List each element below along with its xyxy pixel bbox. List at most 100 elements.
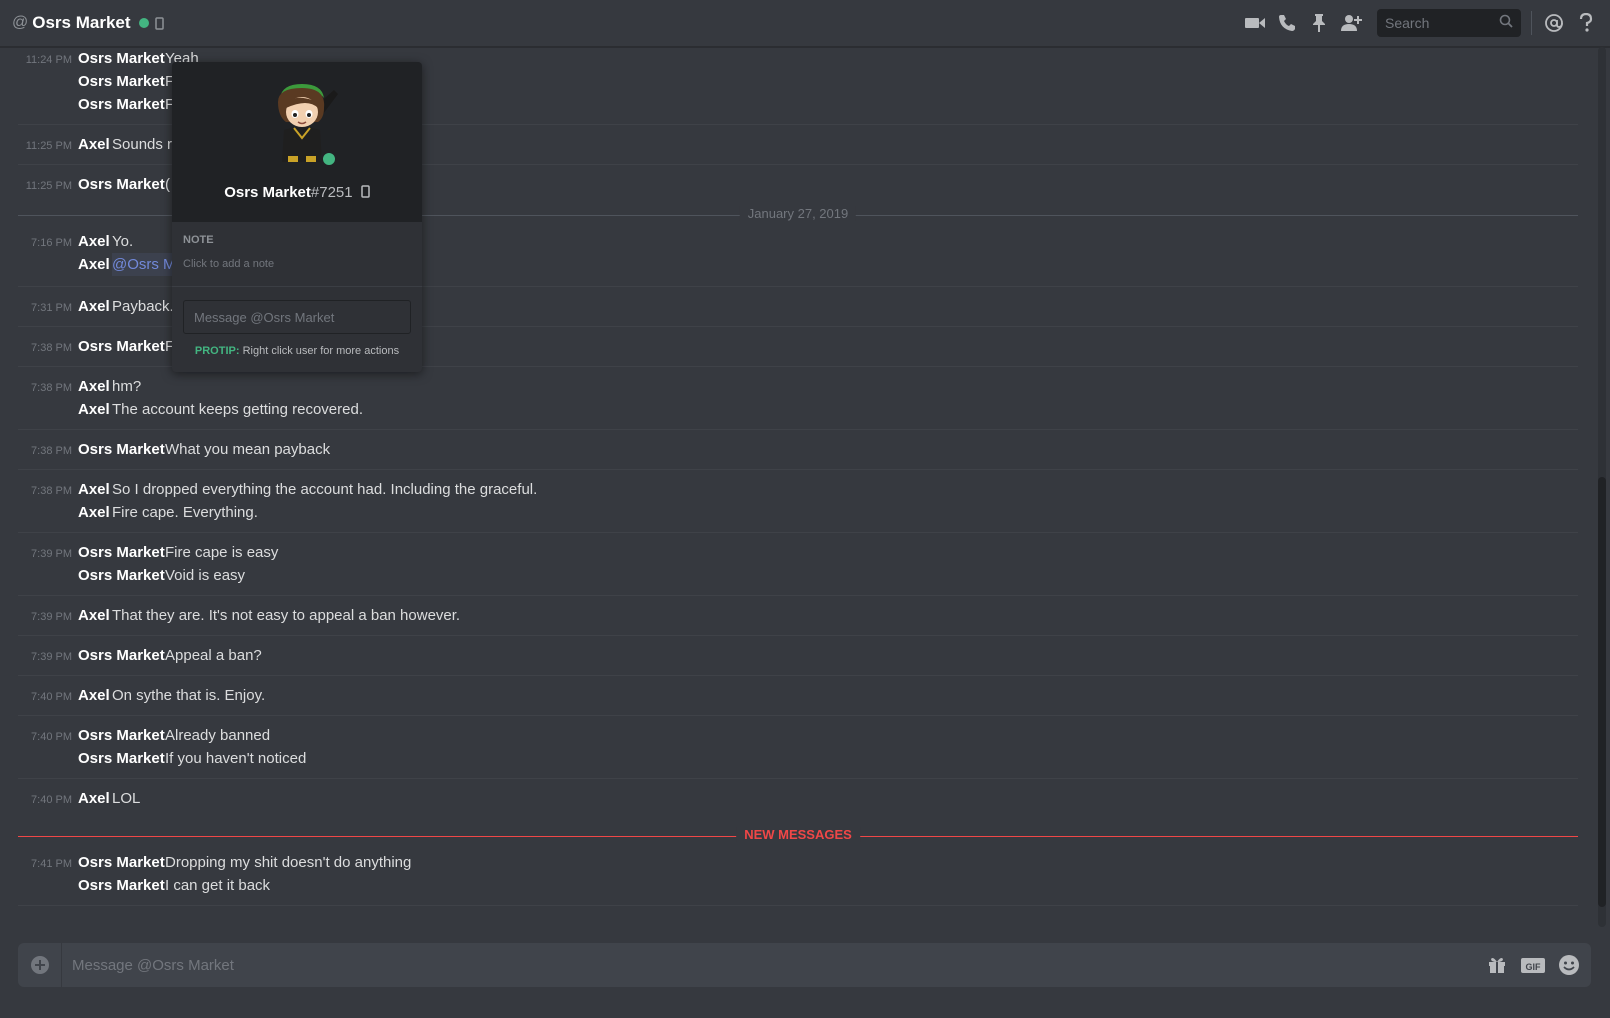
message-text: So I dropped everything the account had.… [112, 481, 538, 498]
svg-text:GIF: GIF [1526, 962, 1542, 972]
message-author[interactable]: Osrs Market [78, 335, 165, 358]
message-author[interactable]: Axel [78, 253, 110, 276]
protip-label: PROTIP: [194, 345, 240, 357]
message-timestamp: 11:25 PM [25, 180, 72, 192]
message-line[interactable]: Osrs Market I can get it back [18, 874, 1578, 897]
message-timestamp: 7:38 PM [31, 485, 72, 497]
message-input[interactable] [62, 956, 1479, 974]
popout-online-status [320, 150, 338, 168]
message-author[interactable]: Osrs Market [78, 747, 165, 770]
popout-username[interactable]: Osrs Market#7251 [172, 184, 422, 202]
message-author[interactable]: Axel [78, 133, 110, 156]
message-line[interactable]: 7:39 PM Axel That they are. It's not easy … [18, 604, 1578, 627]
popout-divider [172, 286, 422, 287]
message-line[interactable]: 7:39 PM Osrs Market Fire cape is easy [18, 541, 1578, 564]
message-group: 7:39 PM Osrs Market Fire cape is easy Osrs … [18, 533, 1578, 596]
message-author[interactable]: Osrs Market [78, 173, 165, 196]
message-composer: GIF [18, 943, 1591, 987]
message-line[interactable]: Axel The account keeps getting recovered. [18, 398, 1578, 421]
message-timestamp: 7:38 PM [31, 342, 72, 354]
message-timestamp: 7:38 PM [31, 445, 72, 457]
message-line[interactable]: 7:38 PM Axel So I dropped everything the a… [18, 478, 1578, 501]
user-mention[interactable]: @Osrs M [112, 253, 176, 276]
note-label: NOTE [183, 234, 214, 246]
channel-header: @ Osrs Market [0, 0, 1610, 47]
message-text: On sythe that is. Enjoy. [112, 687, 266, 704]
message-author[interactable]: Osrs Market [78, 724, 165, 747]
message-timestamp: 7:40 PM [31, 691, 72, 703]
message-author[interactable]: Osrs Market [78, 874, 165, 897]
mobile-icon [361, 184, 370, 202]
message-line[interactable]: Axel Fire cape. Everything. [18, 501, 1578, 524]
message-text: Yo. [112, 233, 134, 250]
message-timestamp: 7:40 PM [31, 794, 72, 806]
message-author[interactable]: Osrs Market [78, 644, 165, 667]
message-author[interactable]: Osrs Market [78, 564, 165, 587]
popout-discriminator: #7251 [310, 184, 353, 201]
message-author[interactable]: Axel [78, 787, 110, 810]
message-author[interactable]: Axel [78, 684, 110, 707]
video-icon[interactable] [1239, 7, 1271, 39]
search-input[interactable] [1385, 15, 1490, 31]
message-author[interactable]: Axel [78, 501, 110, 524]
message-timestamp: 7:39 PM [31, 611, 72, 623]
message-author[interactable]: Osrs Market [78, 70, 165, 93]
message-line[interactable]: 7:40 PM Axel LOL [18, 787, 1578, 810]
mention-icon[interactable] [1538, 7, 1570, 39]
channel-title[interactable]: Osrs Market [32, 13, 130, 33]
message-line[interactable]: 7:41 PM Osrs Market Dropping my shit doesn… [18, 851, 1578, 874]
message-text: Dropping my shit doesn't do anything [165, 854, 412, 871]
protip: PROTIP: Right click user for more action… [172, 345, 422, 357]
emoji-icon[interactable] [1551, 943, 1587, 987]
message-author[interactable]: Osrs Market [78, 438, 165, 461]
message-group: 7:40 PM Axel LOL [18, 779, 1578, 818]
message-author[interactable]: Osrs Market [78, 47, 165, 70]
message-text: I can get it back [165, 877, 271, 894]
message-author[interactable]: Axel [78, 375, 110, 398]
message-text: That they are. It's not easy to appeal a… [112, 607, 461, 624]
message-timestamp: 7:40 PM [31, 731, 72, 743]
message-text: Fire cape is easy [165, 544, 279, 561]
popout-header: Osrs Market#7251 [172, 62, 422, 222]
help-icon[interactable] [1570, 7, 1602, 39]
scrollbar-track[interactable] [1598, 47, 1606, 927]
upload-button[interactable] [18, 943, 62, 987]
message-group: 7:38 PM Axel So I dropped everything the a… [18, 470, 1578, 533]
message-line[interactable]: Osrs Market If you haven't noticed [18, 747, 1578, 770]
search-box[interactable] [1377, 9, 1521, 37]
pin-icon[interactable] [1303, 7, 1335, 39]
message-line[interactable]: 7:38 PM Axel hm? [18, 375, 1578, 398]
gift-icon[interactable] [1479, 943, 1515, 987]
message-timestamp: 7:31 PM [31, 302, 72, 314]
message-line[interactable]: 7:40 PM Osrs Market Already banned [18, 724, 1578, 747]
message-author[interactable]: Axel [78, 604, 110, 627]
popout-message-input[interactable] [183, 300, 411, 334]
message-timestamp: 11:24 PM [25, 54, 72, 66]
message-author[interactable]: Axel [78, 295, 110, 318]
message-author[interactable]: Axel [78, 230, 110, 253]
message-text: Already banned [165, 727, 271, 744]
message-group: 7:40 PM Axel On sythe that is. Enjoy. [18, 676, 1578, 716]
message-line[interactable]: 7:39 PM Osrs Market Appeal a ban? [18, 644, 1578, 667]
dm-at-symbol: @ [12, 14, 29, 31]
add-friend-icon[interactable] [1335, 7, 1367, 39]
message-line[interactable]: 7:40 PM Axel On sythe that is. Enjoy. [18, 684, 1578, 707]
message-group: 7:39 PM Axel That they are. It's not easy … [18, 596, 1578, 636]
phone-icon[interactable] [1271, 7, 1303, 39]
message-author[interactable]: Osrs Market [78, 851, 165, 874]
note-field[interactable]: Click to add a note [183, 258, 274, 270]
scrollbar-thumb[interactable] [1598, 477, 1606, 907]
message-author[interactable]: Axel [78, 478, 110, 501]
message-text: Payback. [112, 298, 174, 315]
message-author[interactable]: Osrs Market [78, 93, 165, 116]
toolbar-divider [1531, 11, 1532, 35]
gif-icon[interactable]: GIF [1515, 943, 1551, 987]
message-text: If you haven't noticed [165, 750, 307, 767]
message-line[interactable]: 7:38 PM Osrs Market What you mean payback [18, 438, 1578, 461]
message-author[interactable]: Axel [78, 398, 110, 421]
message-group: 7:38 PM Axel hm? Axel The account keeps gett… [18, 367, 1578, 430]
message-line[interactable]: Osrs Market Void is easy [18, 564, 1578, 587]
message-timestamp: 7:16 PM [31, 237, 72, 249]
search-icon [1499, 14, 1513, 33]
message-author[interactable]: Osrs Market [78, 541, 165, 564]
